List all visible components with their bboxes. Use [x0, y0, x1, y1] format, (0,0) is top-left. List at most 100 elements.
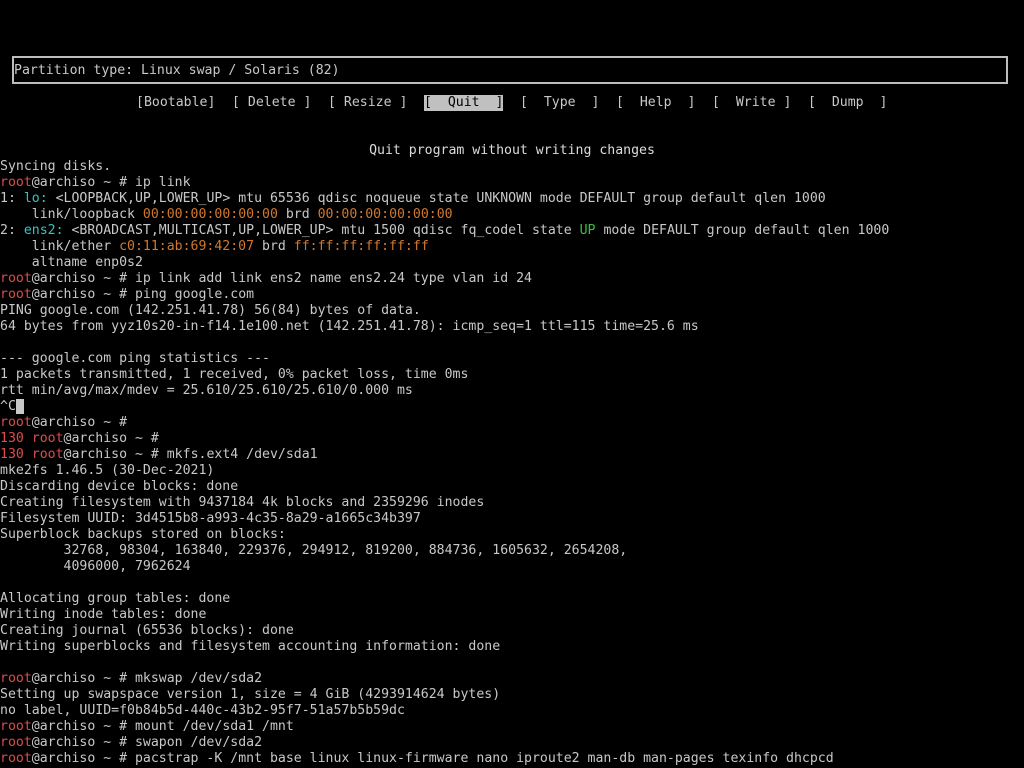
- terminal-text: 00:00:00:00:00:00: [142, 207, 278, 222]
- terminal-text: @archiso ~ # mkswap /dev/sda2: [31, 671, 263, 686]
- menu-type-button[interactable]: [ Type ]: [520, 95, 599, 111]
- terminal-text: <LOOPBACK,UP,LOWER_UP> mtu 65536 qdisc n…: [47, 191, 826, 206]
- terminal-text: no label, UUID=f0b84b5d-440c-43b2-95f7-5…: [0, 703, 405, 718]
- menu-delete-button[interactable]: [ Delete ]: [232, 95, 311, 111]
- terminal-line: root@archiso ~ # ip link add link ens2 n…: [0, 271, 1024, 287]
- terminal-text: @archiso ~ #: [63, 431, 159, 446]
- terminal-text: Discarding device blocks: done: [0, 479, 239, 494]
- terminal-line: no label, UUID=f0b84b5d-440c-43b2-95f7-5…: [0, 703, 1024, 719]
- terminal-text: Creating journal (65536 blocks): done: [0, 623, 294, 638]
- terminal-text: root: [0, 287, 32, 302]
- terminal-line: Writing superblocks and filesystem accou…: [0, 639, 1024, 655]
- terminal-text: 64 bytes from yyz10s20-in-f14.1e100.net …: [0, 319, 699, 334]
- terminal-line: rtt min/avg/max/mdev = 25.610/25.610/25.…: [0, 383, 1024, 399]
- terminal-text: @archiso ~ # ping google.com: [31, 287, 255, 302]
- terminal-text: 130: [0, 447, 32, 462]
- terminal-text: Writing inode tables: done: [0, 607, 207, 622]
- menu-help-button[interactable]: [ Help ]: [616, 95, 695, 111]
- terminal-text: root: [0, 719, 32, 734]
- terminal-line: PING google.com (142.251.41.78) 56(84) b…: [0, 303, 1024, 319]
- menu-hint-text: Quit program without writing changes: [369, 143, 655, 158]
- terminal-text: brd: [277, 207, 318, 222]
- terminal-line: Superblock backups stored on blocks:: [0, 527, 1024, 543]
- terminal-line: Creating journal (65536 blocks): done: [0, 623, 1024, 639]
- terminal-text: @archiso ~ #: [31, 415, 128, 430]
- terminal-line: root@archiso ~ # ip link: [0, 175, 1024, 191]
- terminal-text: Superblock backups stored on blocks:: [0, 527, 286, 542]
- terminal-line: link/ether c0:11:ab:69:42:07 brd ff:ff:f…: [0, 239, 1024, 255]
- terminal-line: 1 packets transmitted, 1 received, 0% pa…: [0, 367, 1024, 383]
- terminal-line: 130 root@archiso ~ #: [0, 431, 1024, 447]
- terminal-line: 2: ens2: <BROADCAST,MULTICAST,UP,LOWER_U…: [0, 223, 1024, 239]
- menu-resize-button[interactable]: [ Resize ]: [328, 95, 407, 111]
- terminal-line: Allocating group tables: done: [0, 591, 1024, 607]
- terminal-line: 32768, 98304, 163840, 229376, 294912, 81…: [0, 543, 1024, 559]
- terminal-line: root@archiso ~ # pacstrap -K /mnt base l…: [0, 751, 1024, 767]
- terminal-text: 130: [0, 431, 32, 446]
- terminal-line: root@archiso ~ # mkswap /dev/sda2: [0, 671, 1024, 687]
- terminal-text: @archiso ~ # ip link add link ens2 name …: [31, 271, 532, 286]
- terminal-text: lo:: [23, 191, 48, 206]
- terminal-line: 130 root@archiso ~ # mkfs.ext4 /dev/sda1: [0, 447, 1024, 463]
- terminal-text: root: [0, 671, 32, 686]
- terminal-text: rtt min/avg/max/mdev = 25.610/25.610/25.…: [0, 383, 413, 398]
- terminal-cursor: [15, 399, 24, 414]
- terminal-line: 1: lo: <LOOPBACK,UP,LOWER_UP> mtu 65536 …: [0, 191, 1024, 207]
- terminal-line: Creating filesystem with 9437184 4k bloc…: [0, 495, 1024, 511]
- terminal-text: 1 packets transmitted, 1 received, 0% pa…: [0, 367, 469, 382]
- terminal-line: root@archiso ~ #: [0, 415, 1024, 431]
- menu-write-button[interactable]: [ Write ]: [712, 95, 791, 111]
- terminal-text: 1:: [0, 191, 24, 206]
- menu-dump-button[interactable]: [ Dump ]: [808, 95, 887, 111]
- terminal-text: mode DEFAULT group default qlen 1000: [595, 223, 890, 238]
- terminal-text: Creating filesystem with 9437184 4k bloc…: [0, 495, 485, 510]
- terminal-text: brd: [254, 239, 294, 254]
- terminal-text: root: [0, 271, 32, 286]
- terminal-text: @archiso ~ # mount /dev/sda1 /mnt: [31, 719, 294, 734]
- terminal-line: Writing inode tables: done: [0, 607, 1024, 623]
- terminal-text: root: [0, 735, 32, 750]
- terminal-text: @archiso ~ # swapon /dev/sda2: [31, 735, 263, 750]
- terminal-text: 00:00:00:00:00:00: [317, 207, 453, 222]
- terminal-text: 2:: [0, 223, 24, 238]
- terminal-text: ens2:: [23, 223, 64, 238]
- terminal-line: 64 bytes from yyz10s20-in-f14.1e100.net …: [0, 319, 1024, 335]
- terminal-text: root: [0, 415, 32, 430]
- terminal-output[interactable]: Syncing disks. root@archiso ~ # ip link 1:…: [0, 159, 1024, 768]
- terminal-text: root: [31, 447, 64, 462]
- terminal-text: link/loopback: [0, 207, 143, 222]
- terminal-text: root: [0, 175, 32, 190]
- terminal-text: altname enp0s2: [0, 255, 143, 270]
- terminal-text: c0:11:ab:69:42:07: [119, 239, 255, 254]
- terminal-text: Filesystem UUID: 3d4515b8-a993-4c35-8a29…: [0, 511, 421, 526]
- terminal-text: PING google.com (142.251.41.78) 56(84) b…: [0, 303, 421, 318]
- terminal-text: UP: [579, 223, 596, 238]
- terminal-text: root: [0, 751, 32, 766]
- cfdisk-menu-bar: [Bootable] [ Delete ] [ Resize ] [ Quit …: [0, 95, 1024, 111]
- terminal-text: Allocating group tables: done: [0, 591, 231, 606]
- terminal-text: --- google.com ping statistics ---: [0, 351, 270, 366]
- terminal-text: @archiso ~ # pacstrap -K /mnt base linux…: [31, 751, 834, 766]
- terminal-line: --- google.com ping statistics ---: [0, 351, 1024, 367]
- menu-quit-button[interactable]: [ Quit ]: [424, 95, 504, 111]
- terminal-line: Filesystem UUID: 3d4515b8-a993-4c35-8a29…: [0, 511, 1024, 527]
- terminal-line: ^C: [0, 399, 1024, 415]
- terminal-line: Setting up swapspace version 1, size = 4…: [0, 687, 1024, 703]
- terminal-screen[interactable]: Partition type: Linux swap / Solaris (82…: [0, 0, 1024, 768]
- terminal-line: root@archiso ~ # mount /dev/sda1 /mnt: [0, 719, 1024, 735]
- terminal-text: <BROADCAST,MULTICAST,UP,LOWER_UP> mtu 15…: [63, 223, 580, 238]
- terminal-text: ff:ff:ff:ff:ff:ff: [293, 239, 429, 254]
- terminal-line: link/loopback 00:00:00:00:00:00 brd 00:0…: [0, 207, 1024, 223]
- terminal-text: @archiso ~ # mkfs.ext4 /dev/sda1: [63, 447, 318, 462]
- terminal-line: Syncing disks.: [0, 159, 1024, 175]
- terminal-line: 4096000, 7962624: [0, 559, 1024, 575]
- terminal-text: Setting up swapspace version 1, size = 4…: [0, 687, 501, 702]
- terminal-text: mke2fs 1.46.5 (30-Dec-2021): [0, 463, 215, 478]
- terminal-text: link/ether: [0, 239, 120, 254]
- menu-bootable-button[interactable]: [Bootable]: [136, 95, 215, 111]
- terminal-text: @archiso ~ # ip link: [31, 175, 191, 190]
- terminal-text: root: [31, 431, 64, 446]
